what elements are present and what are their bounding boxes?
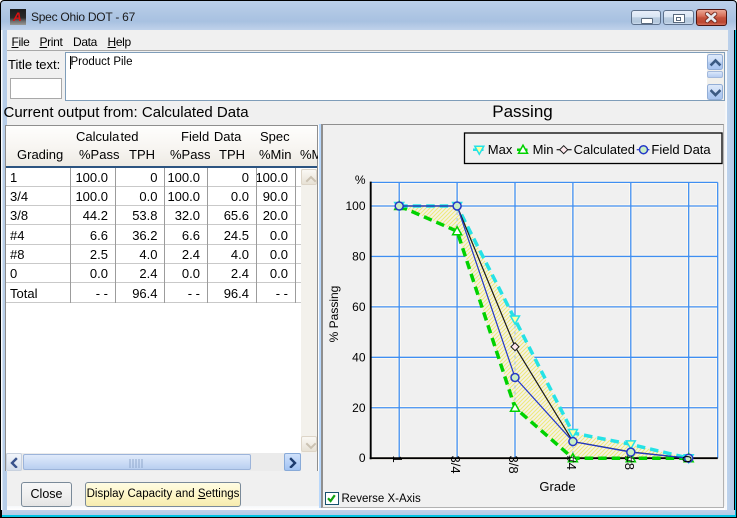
svg-text:#4: #4: [564, 456, 579, 470]
svg-text:#8: #8: [622, 456, 637, 470]
svg-text:Calculated: Calculated: [574, 142, 635, 157]
svg-text:Max: Max: [488, 142, 513, 157]
svg-text:3/4: 3/4: [448, 456, 463, 474]
svg-text:20: 20: [352, 401, 366, 415]
svg-text:1: 1: [390, 456, 405, 463]
svg-text:Grade: Grade: [539, 479, 575, 494]
svg-text:60: 60: [352, 300, 366, 314]
svg-text:0: 0: [359, 451, 366, 465]
svg-text:3/8: 3/8: [506, 456, 521, 474]
svg-text:40: 40: [352, 350, 366, 364]
svg-text:80: 80: [352, 249, 366, 263]
svg-text:Field Data: Field Data: [651, 142, 711, 157]
svg-text:% Passing: % Passing: [327, 286, 341, 343]
svg-text:0: 0: [680, 456, 695, 463]
svg-text:Min: Min: [533, 142, 554, 157]
svg-text:100: 100: [345, 199, 365, 213]
svg-text:%: %: [355, 173, 366, 187]
